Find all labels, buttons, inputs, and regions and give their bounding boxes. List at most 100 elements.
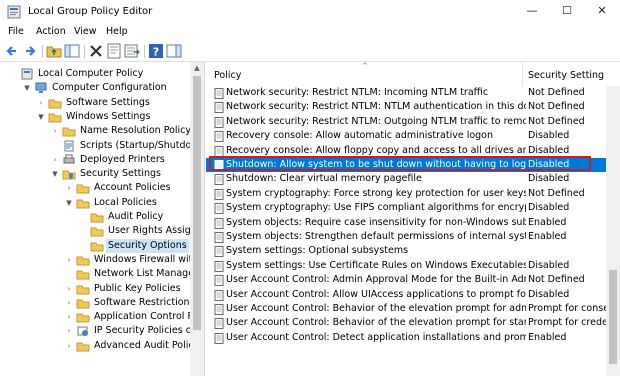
policy-setting: Prompt for credent — [528, 317, 608, 329]
policy-setting: Disabled — [528, 144, 570, 156]
policy-row[interactable]: Network security: Restrict NTLM: Outgoin… — [206, 115, 606, 129]
policy-name: Recovery console: Allow floppy copy and … — [226, 144, 526, 156]
up-folder-icon[interactable] — [46, 43, 62, 59]
tree-item-label: Application Control Policies — [94, 311, 204, 323]
menu-view[interactable]: View — [74, 26, 97, 37]
collapsed-chevron-icon[interactable]: › — [36, 97, 46, 109]
sort-ascending-icon: ^ — [362, 62, 368, 70]
policy-document-icon — [214, 174, 224, 186]
computer-policy-icon — [21, 68, 33, 80]
tree-item-label: Windows Firewall with Adva — [94, 253, 204, 265]
policy-row[interactable]: Recovery console: Allow automatic admini… — [206, 129, 606, 143]
policy-row[interactable]: System cryptography: Use FIPS compliant … — [206, 201, 606, 215]
computer-icon — [35, 82, 47, 94]
properties-icon[interactable] — [106, 43, 122, 59]
folder-icon — [90, 242, 104, 252]
printer-icon — [63, 154, 75, 164]
policy-row[interactable]: System settings: Optional subsystems — [206, 244, 606, 258]
policy-scroll-thumb[interactable] — [609, 270, 617, 364]
policy-setting: Prompt for consen — [528, 303, 608, 314]
tree-scrollbar[interactable]: ▲ — [190, 62, 204, 376]
menu-file[interactable]: File — [8, 26, 24, 37]
export-list-icon[interactable] — [124, 43, 140, 59]
policy-document-icon — [214, 232, 224, 243]
policy-row[interactable]: Network security: Restrict NTLM: NTLM au… — [206, 100, 606, 114]
policy-scrollbar[interactable] — [606, 86, 620, 376]
folder-icon — [48, 99, 62, 109]
scroll-up-icon[interactable]: ▲ — [190, 62, 204, 74]
policy-setting: Disabled — [528, 259, 570, 271]
collapsed-chevron-icon[interactable]: › — [64, 254, 74, 266]
policy-row[interactable]: Shutdown: Clear virtual memory pagefile D… — [206, 172, 606, 186]
minimize-button[interactable]: — — [516, 0, 548, 24]
policy-setting: Disabled — [528, 130, 570, 142]
scripts-icon — [64, 140, 74, 151]
menu-bar: File Action View Help — [0, 24, 620, 41]
column-header-policy[interactable]: Policy ^ — [206, 62, 523, 86]
policy-row[interactable]: System settings: Use Certificate Rules o… — [206, 259, 606, 273]
folder-icon — [76, 270, 90, 280]
policy-row[interactable]: User Account Control: Admin Approval Mod… — [206, 273, 606, 287]
help-icon[interactable]: ? — [148, 43, 164, 59]
policy-row[interactable]: System objects: Require case insensitivi… — [206, 216, 606, 230]
policy-document-icon — [214, 260, 224, 272]
policy-document-icon — [214, 246, 224, 258]
policy-name: Network security: Restrict NTLM: Incomin… — [226, 87, 489, 98]
collapsed-chevron-icon[interactable]: › — [64, 297, 74, 309]
tree-item-label: Security Options — [106, 238, 189, 253]
policy-row[interactable]: Shutdown: Allow system to be shut down w… — [206, 158, 606, 173]
expanded-chevron-icon[interactable]: ▼ — [36, 111, 46, 123]
policy-row[interactable]: User Account Control: Detect application… — [206, 331, 606, 345]
policy-row[interactable]: Network security: Restrict NTLM: Incomin… — [206, 86, 606, 100]
tree-item-label: Advanced Audit Policy Con — [94, 339, 204, 351]
close-button[interactable]: ✕ — [586, 0, 618, 24]
tree-scroll-thumb[interactable] — [193, 76, 201, 330]
policy-row[interactable]: System cryptography: Force strong key pr… — [206, 187, 606, 201]
column-header-setting[interactable]: Security Setting — [522, 62, 620, 86]
maximize-button[interactable]: ☐ — [551, 0, 583, 24]
expanded-chevron-icon[interactable]: ▼ — [64, 197, 74, 209]
forward-icon[interactable] — [22, 43, 38, 59]
show-pane-icon[interactable] — [166, 43, 182, 59]
menu-action[interactable]: Action — [36, 26, 66, 37]
policy-name: Shutdown: Clear virtual memory pagefile — [226, 173, 422, 185]
expanded-chevron-icon[interactable]: ▼ — [50, 168, 60, 180]
policy-list-pane: Policy ^ Security Setting Network securi… — [206, 62, 620, 376]
folder-icon — [90, 227, 104, 237]
collapsed-chevron-icon[interactable]: › — [64, 311, 74, 323]
tree-item-label: Software Restriction Policie — [94, 296, 204, 308]
collapsed-chevron-icon[interactable]: › — [64, 325, 74, 337]
toolbar-separator — [144, 45, 145, 58]
collapsed-chevron-icon[interactable]: › — [50, 125, 60, 137]
policy-row[interactable]: System objects: Strengthen default permi… — [206, 230, 606, 244]
policy-setting: Disabled — [528, 159, 570, 170]
back-icon[interactable] — [4, 43, 20, 59]
policy-row[interactable]: User Account Control: Behavior of the el… — [206, 316, 608, 330]
folder-icon — [76, 199, 90, 209]
policy-row[interactable]: Recovery console: Allow floppy copy and … — [206, 144, 606, 158]
collapsed-chevron-icon[interactable]: › — [50, 154, 60, 166]
tree-item-label: Scripts (Startup/Shutdown) — [80, 139, 205, 151]
folder-icon — [76, 299, 90, 309]
policy-name: User Account Control: Allow UIAccess app… — [226, 288, 526, 300]
delete-icon[interactable] — [88, 43, 104, 59]
policy-row[interactable]: User Account Control: Behavior of the el… — [206, 302, 608, 316]
menu-help[interactable]: Help — [106, 26, 128, 37]
policy-name: User Account Control: Detect application… — [226, 331, 526, 343]
policy-document-icon — [214, 275, 224, 287]
folder-icon — [76, 184, 90, 194]
policy-name: System cryptography: Force strong key pr… — [226, 187, 526, 199]
policy-setting: Not Defined — [528, 115, 585, 127]
collapsed-chevron-icon[interactable]: › — [64, 283, 74, 295]
collapsed-chevron-icon[interactable]: › — [64, 182, 74, 194]
expanded-chevron-icon[interactable]: ▼ — [22, 82, 32, 94]
show-hide-tree-icon[interactable] — [64, 43, 80, 59]
tree-item-label: Name Resolution Policy — [80, 125, 192, 137]
policy-setting: Enabled — [528, 231, 567, 242]
policy-document-icon — [214, 203, 224, 215]
policy-setting: Not Defined — [528, 187, 585, 199]
collapsed-chevron-icon[interactable]: › — [64, 340, 74, 352]
security-icon — [62, 170, 76, 180]
tree-item-label: Security Settings — [80, 168, 161, 180]
policy-row[interactable]: User Account Control: Allow UIAccess app… — [206, 288, 606, 302]
